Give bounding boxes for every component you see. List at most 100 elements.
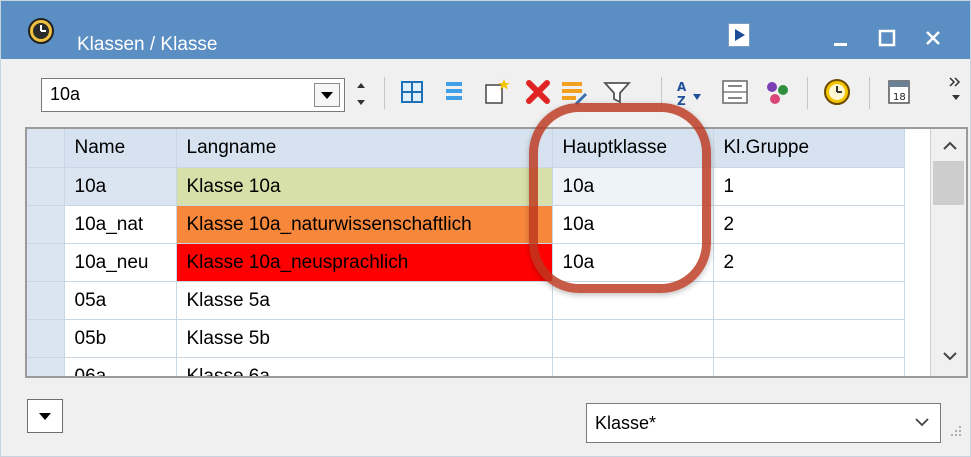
window-title: Klassen / Klasse — [77, 34, 218, 55]
clock-icon — [824, 79, 850, 105]
row-selector[interactable] — [27, 357, 65, 376]
column-header-name[interactable]: Name — [64, 129, 177, 168]
table-row[interactable]: 05a Klasse 5a — [27, 281, 905, 320]
table-row[interactable]: 10a_nat Klasse 10a_naturwissenschaftlich… — [27, 205, 905, 244]
cell-langname[interactable]: Klasse 5b — [176, 319, 553, 358]
table-row[interactable]: 10a_neu Klasse 10a_neusprachlich 10a 2 — [27, 243, 905, 282]
svg-text:Z: Z — [677, 94, 686, 108]
table-row[interactable]: 10a Klasse 10a 10a 1 — [27, 167, 905, 206]
cell-langname[interactable]: Klasse 10a_neusprachlich — [176, 243, 553, 282]
close-button[interactable] — [913, 23, 953, 53]
cell-hauptklasse[interactable] — [552, 319, 714, 358]
calendar-button[interactable]: 18 — [883, 76, 915, 108]
delete-icon — [526, 80, 550, 104]
sort-icon: A Z — [677, 80, 701, 108]
scroll-up-button[interactable] — [941, 137, 959, 155]
table-header-row: Name Langname Hauptklasse Kl.Gruppe — [27, 129, 905, 168]
cell-name[interactable]: 05b — [64, 319, 177, 358]
scroll-down-button[interactable] — [941, 347, 959, 365]
double-chevron-right-icon — [949, 77, 961, 100]
new-record-button[interactable] — [480, 76, 512, 108]
chevron-down-icon — [39, 413, 51, 420]
minimize-button[interactable] — [821, 23, 861, 53]
sort-button[interactable]: A Z — [673, 76, 705, 108]
chevron-down-icon — [321, 92, 333, 99]
class-selector[interactable]: 10a — [41, 78, 345, 112]
cell-gruppe[interactable] — [713, 281, 905, 320]
toolbar-overflow-button[interactable] — [945, 73, 967, 107]
up-down-arrows-icon — [357, 83, 365, 105]
klassen-window: Klassen / Klasse 10a A Z 18 Name Langnam… — [0, 0, 971, 457]
toolbar-separator — [661, 77, 662, 109]
form-selector-value: Klasse* — [595, 413, 657, 433]
list-icon — [446, 82, 462, 100]
cell-gruppe[interactable]: 2 — [713, 205, 905, 244]
new-record-icon — [485, 79, 510, 104]
table-row[interactable]: 06a Klasse 6a — [27, 357, 905, 376]
delete-button[interactable] — [522, 76, 554, 108]
edit-list-button[interactable] — [558, 76, 590, 108]
row-selector[interactable] — [27, 167, 65, 206]
close-icon — [926, 31, 940, 45]
vertical-scrollbar[interactable] — [930, 129, 966, 376]
maximize-icon — [878, 29, 896, 47]
chevron-down-icon — [914, 414, 930, 430]
resize-grip-icon[interactable] — [946, 421, 964, 439]
svg-text:18: 18 — [893, 92, 906, 103]
table-values-icon — [722, 80, 748, 104]
cell-hauptklasse[interactable]: 10a — [552, 243, 714, 282]
row-selector[interactable] — [27, 281, 65, 320]
table-row[interactable]: 05b Klasse 5b — [27, 319, 905, 358]
cell-gruppe[interactable]: 2 — [713, 243, 905, 282]
cell-langname[interactable]: Klasse 6a — [176, 357, 553, 376]
cell-langname[interactable]: Klasse 5a — [176, 281, 553, 320]
list-view-button[interactable] — [438, 76, 470, 108]
cell-hauptklasse[interactable] — [552, 357, 714, 376]
column-header-langname[interactable]: Langname — [176, 129, 553, 168]
grid-expand-button[interactable] — [396, 76, 428, 108]
cell-name[interactable]: 10a_nat — [64, 205, 177, 244]
form-selector[interactable]: Klasse* — [586, 403, 941, 443]
cell-name[interactable]: 06a — [64, 357, 177, 376]
clock-app-icon — [27, 17, 55, 45]
cell-name[interactable]: 05a — [64, 281, 177, 320]
clock-button[interactable] — [821, 76, 853, 108]
column-header-gruppe[interactable]: Kl.Gruppe — [713, 129, 905, 168]
calendar-icon: 18 — [888, 80, 910, 104]
cell-name[interactable]: 10a — [64, 167, 177, 206]
table-values-button[interactable] — [719, 76, 751, 108]
title-bar[interactable]: Klassen / Klasse — [1, 1, 970, 59]
cell-gruppe[interactable] — [713, 319, 905, 358]
maximize-button[interactable] — [867, 23, 907, 53]
classes-table: Name Langname Hauptklasse Kl.Gruppe 10a … — [27, 129, 905, 376]
chevron-down-icon — [943, 352, 957, 361]
cell-hauptklasse[interactable]: 10a — [552, 205, 714, 244]
cell-name[interactable]: 10a_neu — [64, 243, 177, 282]
row-selector-header — [27, 129, 65, 168]
row-selector[interactable] — [27, 205, 65, 244]
people-button[interactable] — [761, 76, 793, 108]
classes-grid[interactable]: Name Langname Hauptklasse Kl.Gruppe 10a … — [25, 127, 968, 378]
play-icon — [735, 29, 745, 41]
edit-list-icon — [562, 82, 588, 106]
class-selector-value: 10a — [50, 84, 81, 104]
cell-gruppe[interactable]: 1 — [713, 167, 905, 206]
row-selector[interactable] — [27, 243, 65, 282]
class-selector-dropdown[interactable] — [314, 83, 340, 107]
row-selector[interactable] — [27, 319, 65, 358]
record-spinner[interactable] — [353, 79, 369, 109]
cell-gruppe[interactable] — [713, 357, 905, 376]
scroll-thumb[interactable] — [933, 161, 964, 205]
column-header-hauptklasse[interactable]: Hauptklasse — [552, 129, 714, 168]
toolbar-separator — [807, 77, 808, 109]
filter-button[interactable] — [601, 76, 633, 108]
cell-langname[interactable]: Klasse 10a — [176, 167, 553, 206]
view-menu-dropdown[interactable] — [27, 399, 63, 433]
cell-hauptklasse[interactable] — [552, 281, 714, 320]
run-button[interactable] — [728, 23, 750, 47]
cell-hauptklasse[interactable]: 10a — [552, 167, 714, 206]
minimize-icon — [834, 43, 847, 46]
toolbar-separator — [869, 77, 870, 109]
grid-expand-icon — [401, 81, 423, 103]
cell-langname[interactable]: Klasse 10a_naturwissenschaftlich — [176, 205, 553, 244]
